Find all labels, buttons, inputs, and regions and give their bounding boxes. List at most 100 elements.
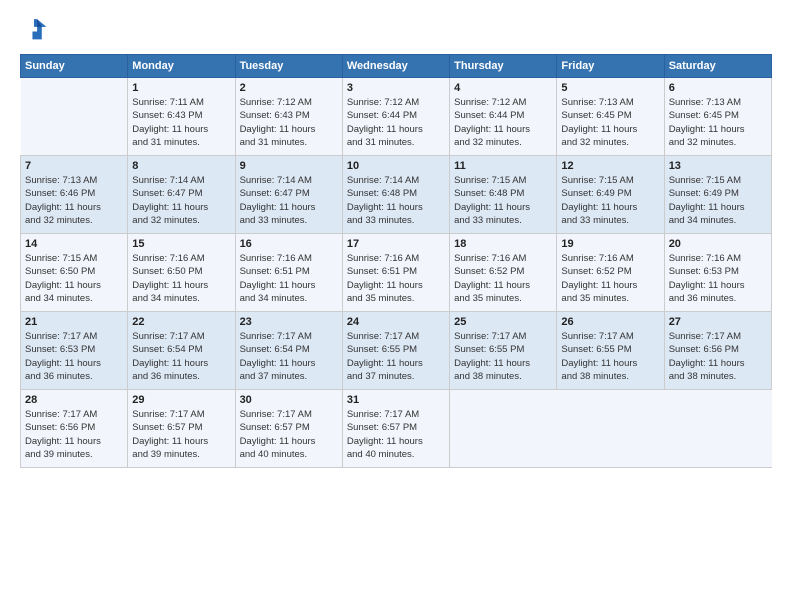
calendar-cell: 4 Sunrise: 7:12 AM Sunset: 6:44 PM Daylig… bbox=[450, 78, 557, 156]
day-detail: Sunrise: 7:17 AM Sunset: 6:54 PM Dayligh… bbox=[132, 330, 230, 383]
day-number: 16 bbox=[240, 238, 338, 250]
calendar-cell: 11 Sunrise: 7:15 AM Sunset: 6:48 PM Dayli… bbox=[450, 156, 557, 234]
day-detail: Sunrise: 7:15 AM Sunset: 6:49 PM Dayligh… bbox=[669, 174, 767, 227]
week-row-0: 1Sunrise: 7:11 AM Sunset: 6:43 PM Daylig… bbox=[21, 78, 772, 156]
day-number: 5 bbox=[561, 82, 659, 94]
calendar-cell bbox=[450, 390, 557, 468]
day-detail: Sunrise: 7:14 AM Sunset: 6:47 PM Dayligh… bbox=[132, 174, 230, 227]
header bbox=[20, 16, 772, 44]
day-number: 19 bbox=[561, 238, 659, 250]
day-number: 24 bbox=[347, 316, 445, 328]
day-number: 11 bbox=[454, 160, 552, 172]
calendar-cell: 12 Sunrise: 7:15 AM Sunset: 6:49 PM Dayli… bbox=[557, 156, 664, 234]
col-header-friday: Friday bbox=[557, 55, 664, 78]
day-number: 20 bbox=[669, 238, 767, 250]
calendar-cell: 30 Sunrise: 7:17 AM Sunset: 6:57 PM Dayli… bbox=[235, 390, 342, 468]
calendar-cell: 1Sunrise: 7:11 AM Sunset: 6:43 PM Daylig… bbox=[128, 78, 235, 156]
logo bbox=[20, 16, 52, 44]
day-number: 3 bbox=[347, 82, 445, 94]
calendar-table: SundayMondayTuesdayWednesdayThursdayFrid… bbox=[20, 54, 772, 468]
day-number: 21 bbox=[25, 316, 123, 328]
day-number: 17 bbox=[347, 238, 445, 250]
day-detail: Sunrise: 7:16 AM Sunset: 6:53 PM Dayligh… bbox=[669, 252, 767, 305]
day-number: 9 bbox=[240, 160, 338, 172]
calendar-cell: 25Sunrise: 7:17 AM Sunset: 6:55 PM Dayli… bbox=[450, 312, 557, 390]
day-detail: Sunrise: 7:17 AM Sunset: 6:55 PM Dayligh… bbox=[561, 330, 659, 383]
day-number: 23 bbox=[240, 316, 338, 328]
day-number: 26 bbox=[561, 316, 659, 328]
calendar-cell: 2Sunrise: 7:12 AM Sunset: 6:43 PM Daylig… bbox=[235, 78, 342, 156]
calendar-cell: 15 Sunrise: 7:16 AM Sunset: 6:50 PM Dayli… bbox=[128, 234, 235, 312]
day-detail: Sunrise: 7:17 AM Sunset: 6:56 PM Dayligh… bbox=[25, 408, 123, 461]
calendar-cell: 10Sunrise: 7:14 AM Sunset: 6:48 PM Dayli… bbox=[342, 156, 449, 234]
day-number: 29 bbox=[132, 394, 230, 406]
day-detail: Sunrise: 7:12 AM Sunset: 6:43 PM Dayligh… bbox=[240, 96, 338, 149]
day-detail: Sunrise: 7:17 AM Sunset: 6:54 PM Dayligh… bbox=[240, 330, 338, 383]
logo-icon bbox=[20, 16, 48, 44]
calendar-cell: 24 Sunrise: 7:17 AM Sunset: 6:55 PM Dayli… bbox=[342, 312, 449, 390]
day-detail: Sunrise: 7:14 AM Sunset: 6:47 PM Dayligh… bbox=[240, 174, 338, 227]
day-detail: Sunrise: 7:12 AM Sunset: 6:44 PM Dayligh… bbox=[454, 96, 552, 149]
calendar-cell: 19 Sunrise: 7:16 AM Sunset: 6:52 PM Dayli… bbox=[557, 234, 664, 312]
calendar-cell: 27 Sunrise: 7:17 AM Sunset: 6:56 PM Dayli… bbox=[664, 312, 771, 390]
day-number: 27 bbox=[669, 316, 767, 328]
day-detail: Sunrise: 7:16 AM Sunset: 6:51 PM Dayligh… bbox=[240, 252, 338, 305]
calendar-cell: 7 Sunrise: 7:13 AM Sunset: 6:46 PM Daylig… bbox=[21, 156, 128, 234]
day-detail: Sunrise: 7:17 AM Sunset: 6:55 PM Dayligh… bbox=[454, 330, 552, 383]
day-detail: Sunrise: 7:13 AM Sunset: 6:46 PM Dayligh… bbox=[25, 174, 123, 227]
day-number: 7 bbox=[25, 160, 123, 172]
calendar-cell: 26 Sunrise: 7:17 AM Sunset: 6:55 PM Dayli… bbox=[557, 312, 664, 390]
col-header-sunday: Sunday bbox=[21, 55, 128, 78]
header-row: SundayMondayTuesdayWednesdayThursdayFrid… bbox=[21, 55, 772, 78]
col-header-monday: Monday bbox=[128, 55, 235, 78]
day-detail: Sunrise: 7:13 AM Sunset: 6:45 PM Dayligh… bbox=[669, 96, 767, 149]
calendar-cell bbox=[557, 390, 664, 468]
day-detail: Sunrise: 7:16 AM Sunset: 6:52 PM Dayligh… bbox=[561, 252, 659, 305]
calendar-cell: 13 Sunrise: 7:15 AM Sunset: 6:49 PM Dayli… bbox=[664, 156, 771, 234]
day-detail: Sunrise: 7:17 AM Sunset: 6:56 PM Dayligh… bbox=[669, 330, 767, 383]
calendar-cell: 14Sunrise: 7:15 AM Sunset: 6:50 PM Dayli… bbox=[21, 234, 128, 312]
day-number: 12 bbox=[561, 160, 659, 172]
day-detail: Sunrise: 7:15 AM Sunset: 6:50 PM Dayligh… bbox=[25, 252, 123, 305]
day-number: 15 bbox=[132, 238, 230, 250]
day-number: 10 bbox=[347, 160, 445, 172]
day-detail: Sunrise: 7:16 AM Sunset: 6:52 PM Dayligh… bbox=[454, 252, 552, 305]
calendar-cell: 16 Sunrise: 7:16 AM Sunset: 6:51 PM Dayli… bbox=[235, 234, 342, 312]
day-detail: Sunrise: 7:17 AM Sunset: 6:53 PM Dayligh… bbox=[25, 330, 123, 383]
day-detail: Sunrise: 7:17 AM Sunset: 6:57 PM Dayligh… bbox=[240, 408, 338, 461]
week-row-1: 7 Sunrise: 7:13 AM Sunset: 6:46 PM Daylig… bbox=[21, 156, 772, 234]
col-header-tuesday: Tuesday bbox=[235, 55, 342, 78]
calendar-cell: 5 Sunrise: 7:13 AM Sunset: 6:45 PM Daylig… bbox=[557, 78, 664, 156]
calendar-cell: 21 Sunrise: 7:17 AM Sunset: 6:53 PM Dayli… bbox=[21, 312, 128, 390]
calendar-cell: 23 Sunrise: 7:17 AM Sunset: 6:54 PM Dayli… bbox=[235, 312, 342, 390]
day-detail: Sunrise: 7:12 AM Sunset: 6:44 PM Dayligh… bbox=[347, 96, 445, 149]
day-number: 6 bbox=[669, 82, 767, 94]
day-number: 4 bbox=[454, 82, 552, 94]
day-number: 13 bbox=[669, 160, 767, 172]
day-detail: Sunrise: 7:13 AM Sunset: 6:45 PM Dayligh… bbox=[561, 96, 659, 149]
day-detail: Sunrise: 7:17 AM Sunset: 6:55 PM Dayligh… bbox=[347, 330, 445, 383]
day-number: 28 bbox=[25, 394, 123, 406]
calendar-cell bbox=[21, 78, 128, 156]
col-header-saturday: Saturday bbox=[664, 55, 771, 78]
day-number: 18 bbox=[454, 238, 552, 250]
day-detail: Sunrise: 7:15 AM Sunset: 6:48 PM Dayligh… bbox=[454, 174, 552, 227]
day-detail: Sunrise: 7:17 AM Sunset: 6:57 PM Dayligh… bbox=[347, 408, 445, 461]
calendar-cell: 28 Sunrise: 7:17 AM Sunset: 6:56 PM Dayli… bbox=[21, 390, 128, 468]
day-number: 8 bbox=[132, 160, 230, 172]
calendar-cell: 20 Sunrise: 7:16 AM Sunset: 6:53 PM Dayli… bbox=[664, 234, 771, 312]
calendar-cell: 18 Sunrise: 7:16 AM Sunset: 6:52 PM Dayli… bbox=[450, 234, 557, 312]
week-row-2: 14Sunrise: 7:15 AM Sunset: 6:50 PM Dayli… bbox=[21, 234, 772, 312]
day-detail: Sunrise: 7:16 AM Sunset: 6:50 PM Dayligh… bbox=[132, 252, 230, 305]
day-number: 30 bbox=[240, 394, 338, 406]
calendar-cell: 17 Sunrise: 7:16 AM Sunset: 6:51 PM Dayli… bbox=[342, 234, 449, 312]
day-number: 22 bbox=[132, 316, 230, 328]
calendar-cell: 29Sunrise: 7:17 AM Sunset: 6:57 PM Dayli… bbox=[128, 390, 235, 468]
calendar-cell: 22 Sunrise: 7:17 AM Sunset: 6:54 PM Dayli… bbox=[128, 312, 235, 390]
day-detail: Sunrise: 7:16 AM Sunset: 6:51 PM Dayligh… bbox=[347, 252, 445, 305]
week-row-3: 21 Sunrise: 7:17 AM Sunset: 6:53 PM Dayli… bbox=[21, 312, 772, 390]
calendar-cell: 8 Sunrise: 7:14 AM Sunset: 6:47 PM Daylig… bbox=[128, 156, 235, 234]
calendar-cell bbox=[664, 390, 771, 468]
day-detail: Sunrise: 7:15 AM Sunset: 6:49 PM Dayligh… bbox=[561, 174, 659, 227]
col-header-thursday: Thursday bbox=[450, 55, 557, 78]
